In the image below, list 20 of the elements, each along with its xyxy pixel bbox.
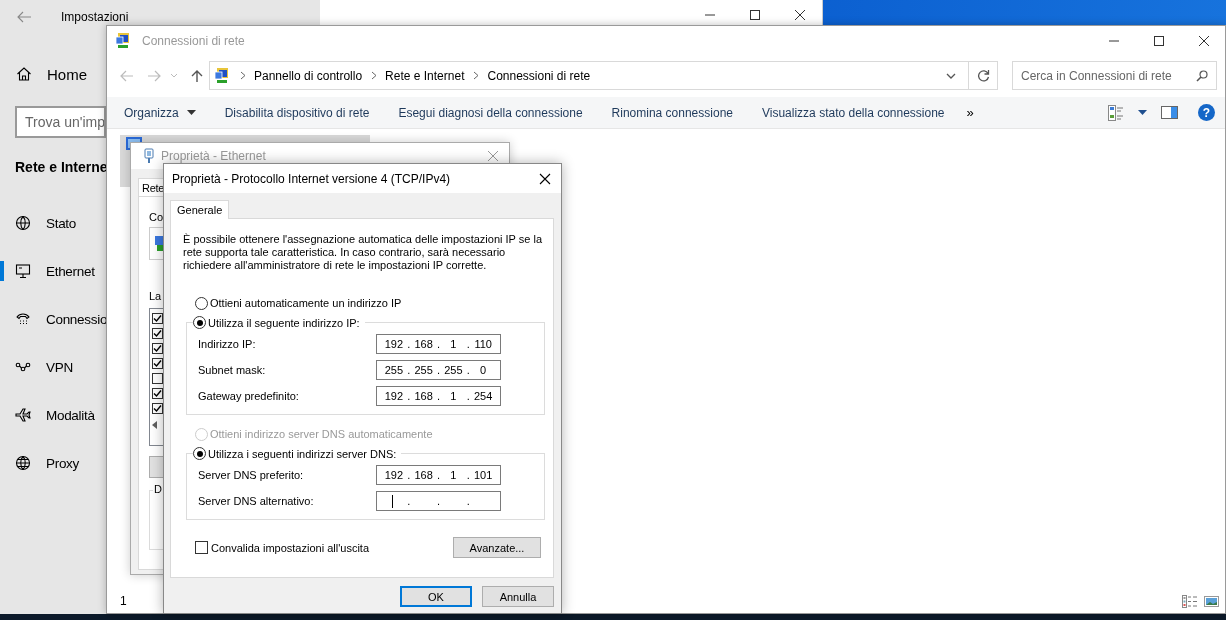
radio-label: Utilizza i seguenti indirizzi server DNS: [208, 447, 397, 460]
status-text: 1 [120, 594, 127, 608]
field-label: Gateway predefinito: [198, 390, 299, 402]
label: La [149, 290, 162, 302]
field-label: Indirizzo IP: [198, 338, 256, 350]
group-label: D [153, 483, 163, 495]
window-title: Proprietà - Ethernet [161, 149, 266, 163]
field-label: Server DNS preferito: [198, 469, 304, 481]
label: Co [149, 211, 164, 223]
radio-label: Ottieni automaticamente un indirizzo IP [210, 297, 402, 309]
checkbox-label: Convalida impostazioni all'uscita [211, 541, 369, 554]
window-title: Proprietà - Protocollo Internet versione 4 (TCP/IPv4) [172, 171, 451, 186]
window-title: Connessioni di rete [142, 33, 245, 48]
field-label: Server DNS alternativo: [198, 495, 314, 507]
radio-label: Ottieni indirizzo server DNS automaticamente [210, 428, 433, 440]
section-title: Rete e Interne [15, 159, 109, 175]
description-text: È possibile ottenere l'assegnazione automatica delle impostazioni IP se la rete supporta tale caratteristica. In caso contrario, sarà necessario richiedere all'amministratore di rete le impostazioni IP corrette. [183, 233, 543, 272]
radio-label: Utilizza il seguente indirizzo IP: [208, 316, 360, 329]
window-title: Impostazioni [61, 10, 129, 24]
field-label: Subnet mask: [198, 364, 266, 376]
